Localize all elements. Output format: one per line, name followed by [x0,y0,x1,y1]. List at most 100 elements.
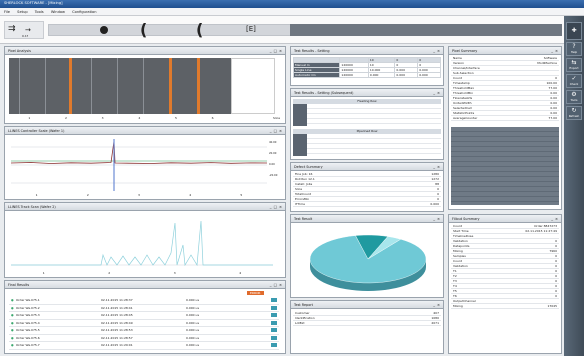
row-key: ITTime [295,202,306,206]
cell-name: Order Wa.075.1 [16,298,40,303]
result-check-icon[interactable] [271,305,277,310]
restore-icon[interactable]: □ [274,129,277,133]
row-key: Datapoints [453,244,470,248]
panel-title: Test Results - Setting [294,48,330,53]
row-key: Timestamp [453,81,470,85]
axis-label: 2 [65,116,67,120]
menu-configuration[interactable]: Configuration [72,10,96,14]
camera-right-icon[interactable]: ( [196,20,203,39]
step-icon[interactable]: ⇉ [8,24,16,34]
row-value: 02.11.2015 11:27:49 [525,229,557,233]
sidebar-refresh-label: Refresh [568,114,580,118]
close-icon[interactable]: × [437,217,440,221]
pixel-axis: 1 2 3 4 5 6 [11,116,231,120]
sidebar-help[interactable]: ? Help [566,42,582,56]
summary-row: LotBid 2071 [293,321,441,326]
minimize-icon[interactable]: _ [270,283,272,287]
minimize-icon[interactable]: _ [433,91,435,95]
run-control[interactable]: ⇉ → 0.1f [4,21,44,39]
pie-panel: Test Result _ × [290,214,444,298]
close-icon[interactable]: × [555,49,558,53]
row-key: T5 [453,289,457,293]
pixel-analysis-panel: Pixel Analysis _ □ × 1 2 3 4 5 6 Slice [4,46,286,124]
test-report-panel: Test Report _ × Customer 407 Identification 1… [290,300,444,354]
menu-setup[interactable]: Setup [17,10,27,14]
sidebar-tools[interactable]: ⚙ Tools [566,90,582,104]
row-key: Validation [453,264,468,268]
minimize-icon[interactable]: _ [433,165,435,169]
table-row[interactable]: ● Order Wa.075.7 02.11.2015 11:29:01 0.000 … [9,342,279,350]
minimize-icon[interactable]: _ [270,129,272,133]
close-icon[interactable]: × [279,205,282,209]
row-key: Start Time [453,229,469,233]
result-check-icon[interactable] [271,298,277,303]
window-title: SHERLOCK SOFTWARE - [Mixing] [4,1,63,5]
row-value: 100.00 [546,81,558,85]
calibration-icon[interactable]: [E] [246,25,256,33]
axis-label: 5 [174,116,177,120]
camera-left-icon[interactable]: ( [140,20,147,39]
axis-label: 3 [138,193,140,197]
close-icon[interactable]: × [437,303,440,307]
close-icon[interactable]: × [279,49,282,53]
table-cell: Automatic On [292,72,341,78]
arrow-icon[interactable]: → [25,26,31,34]
final-results-panel: Final Results _ □ × ERROR ● Order Wa.075.1 02… [4,280,286,354]
toolbar: ⇉ → 0.1f ( ( [E] [0,16,584,44]
minimize-icon[interactable]: _ [270,49,272,53]
restore-icon[interactable]: □ [274,283,277,287]
menu-file[interactable]: File [4,10,10,14]
row-key: LotBid [295,321,305,325]
axis-label: -20.00 [269,174,278,177]
minimize-icon[interactable]: _ [551,49,553,53]
result-check-icon[interactable] [271,328,277,333]
minimize-icon[interactable]: _ [433,303,435,307]
marker-3 [197,58,200,114]
table-row[interactable]: ● Order Wa.075.6 02.11.2015 11:28:57 0.000 … [9,335,279,342]
close-icon[interactable]: × [279,129,282,133]
table-row[interactable]: ● Order Wa.075.5 02.11.2015 11:28:53 0.000 … [9,327,279,335]
restore-icon[interactable]: □ [274,49,277,53]
sidebar-check[interactable]: ✓ Check [566,74,582,88]
result-check-icon[interactable] [271,313,277,318]
menu-tools[interactable]: Tools [35,10,44,14]
dot-icon [100,26,108,34]
cell-name: Order Wa.075.6 [16,335,40,340]
minimize-icon[interactable]: _ [433,49,435,53]
table-row[interactable]: ● Order Wa.075.4 02.11.2015 11:28:49 0.000 … [9,320,279,327]
row-key: Slice [295,187,303,191]
sidebar-refresh[interactable]: ↻ Refresh [566,106,582,120]
result-check-icon[interactable] [271,335,277,340]
row-key: Validation [453,239,468,243]
defect-summary-panel: Defect Summary _ × Fine Job: 16 1280 Roll Ru… [290,162,444,212]
sidebar-export[interactable]: ⇆ Export [566,58,582,72]
pixel-blank-area [231,58,275,114]
row-key: SelectedCell [453,106,472,110]
marker-2 [169,58,172,114]
close-icon[interactable]: × [279,283,282,287]
close-icon[interactable]: × [555,217,558,221]
sidebar-puzzle[interactable]: ✚ [566,22,582,40]
restore-icon[interactable]: □ [274,205,277,209]
result-check-icon[interactable] [271,343,277,348]
test-results-setting-panel: Test Results - Setting _ × 10 0 0 Manual In 12… [290,46,444,86]
close-icon[interactable]: × [437,49,440,53]
table-row[interactable]: ● Order Wa.075.3 02.11.2015 11:28:45 0.000 … [9,312,279,320]
summary-dark-grid [451,127,559,205]
row-value: 77.00 [548,116,557,120]
minimize-icon[interactable]: _ [551,217,553,221]
minimize-icon[interactable]: _ [433,217,435,221]
summary-list: Name Software Version ModiMachine Channel/In… [449,55,561,122]
cell-time: 02.11.2015 11:28:49 [101,320,133,325]
result-check-icon[interactable] [271,320,277,325]
row-key: AverageCounter [453,116,478,120]
menu-window[interactable]: Window [51,10,65,14]
close-icon[interactable]: × [437,165,440,169]
row-value: 17045 [547,304,557,308]
close-icon[interactable]: × [437,91,440,95]
summary-row: Mixing 17045 [451,304,559,309]
axis-label: 2 [86,193,89,197]
minimize-icon[interactable]: _ [270,205,272,209]
table-row[interactable]: ● Order Wa.075.2 02.11.2015 11:28:41 0.000 … [9,305,279,312]
table-row[interactable]: ● Order Wa.075.1 02.11.2015 11:28:37 0.000 … [9,297,279,305]
